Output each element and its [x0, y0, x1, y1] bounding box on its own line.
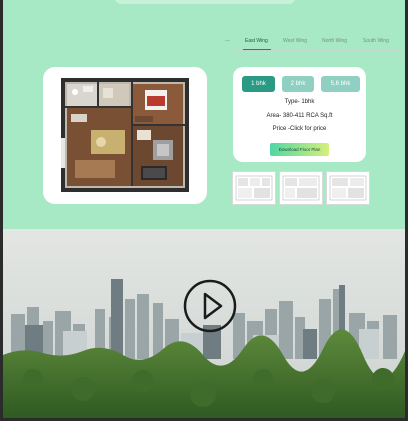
- active-tab-underline: [243, 49, 271, 50]
- tabs-left-marker: —: [225, 38, 230, 44]
- tab-south-wing[interactable]: South Wing: [363, 38, 389, 44]
- floor-plan-thumbnail[interactable]: [232, 171, 276, 205]
- tabs-divider: [233, 50, 401, 51]
- tab-east-wing[interactable]: East Wing: [245, 38, 268, 44]
- unit-type: Type- 1bhk: [284, 99, 315, 105]
- floor-plan-thumbnail[interactable]: [326, 171, 370, 205]
- bhk-2-button[interactable]: 2 bhk: [282, 76, 314, 92]
- top-pill-decoration: [115, 0, 295, 4]
- unit-area: Area- 380-411 RCA Sq.ft: [266, 113, 333, 119]
- tab-north-wing[interactable]: North Wing: [322, 38, 347, 44]
- play-icon[interactable]: [183, 279, 237, 333]
- floor-plan-image[interactable]: [61, 78, 189, 192]
- bhk-5-6-button[interactable]: 5,6 bhk: [321, 76, 360, 92]
- floor-plan-card: [43, 67, 207, 204]
- unit-price[interactable]: Price -Click for price: [233, 126, 366, 132]
- page-frame: — East Wing West Wing North Wing South W…: [3, 0, 405, 418]
- tab-west-wing[interactable]: West Wing: [283, 38, 307, 44]
- bhk-1-button[interactable]: 1 bhk: [242, 76, 275, 92]
- wing-tabs: — East Wing West Wing North Wing South W…: [225, 38, 401, 52]
- unit-info-card: 1 bhk 2 bhk 5,6 bhk Type- 1bhk Area- 380…: [233, 67, 366, 162]
- download-floor-plan-button[interactable]: Download Floor Plan: [270, 143, 329, 156]
- floor-plan-thumbnail[interactable]: [279, 171, 323, 205]
